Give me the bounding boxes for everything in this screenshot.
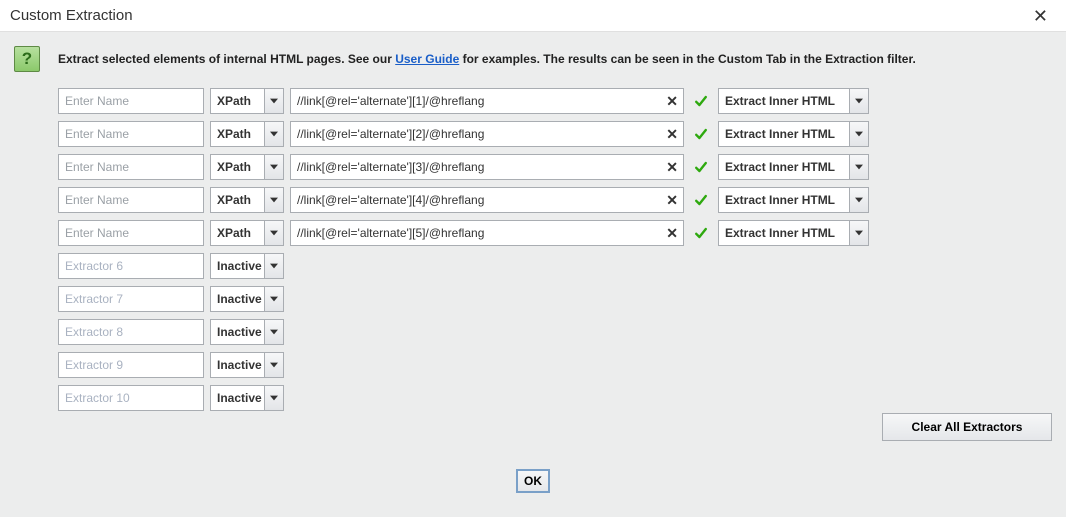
chevron-down-icon[interactable] bbox=[264, 253, 284, 279]
chevron-down-icon[interactable] bbox=[849, 220, 869, 246]
status-valid-icon bbox=[692, 92, 710, 110]
extractor-type-select[interactable]: XPath bbox=[210, 187, 284, 213]
clear-input-icon[interactable]: ✕ bbox=[666, 226, 678, 240]
extractor-type-select[interactable]: XPath bbox=[210, 154, 284, 180]
status-valid-icon bbox=[692, 125, 710, 143]
extractor-name-input[interactable] bbox=[58, 154, 204, 180]
extractor-name-input[interactable] bbox=[58, 286, 204, 312]
user-guide-link[interactable]: User Guide bbox=[395, 52, 459, 66]
extractor-type-select[interactable]: Inactive bbox=[210, 253, 284, 279]
status-valid-icon bbox=[692, 158, 710, 176]
xpath-input[interactable] bbox=[290, 121, 684, 147]
extractor-name-input[interactable] bbox=[58, 220, 204, 246]
extractor-name-input[interactable] bbox=[58, 385, 204, 411]
extractor-name-input[interactable] bbox=[58, 88, 204, 114]
extractor-type-select[interactable]: XPath bbox=[210, 88, 284, 114]
extractor-row-inactive: Inactive bbox=[58, 286, 1052, 312]
xpath-input[interactable] bbox=[290, 187, 684, 213]
xpath-input[interactable] bbox=[290, 220, 684, 246]
extractor-name-input[interactable] bbox=[58, 352, 204, 378]
extractor-output-select[interactable]: Extract Inner HTML bbox=[718, 121, 869, 147]
chevron-down-icon[interactable] bbox=[264, 286, 284, 312]
extractor-type-select[interactable]: XPath bbox=[210, 220, 284, 246]
extractor-type-select[interactable]: XPath bbox=[210, 121, 284, 147]
extractor-row: XPath ✕ Extract Inner HTML bbox=[58, 121, 1052, 147]
clear-input-icon[interactable]: ✕ bbox=[666, 127, 678, 141]
chevron-down-icon[interactable] bbox=[264, 220, 284, 246]
ok-button[interactable]: OK bbox=[516, 469, 550, 493]
extractor-type-select[interactable]: Inactive bbox=[210, 352, 284, 378]
clear-input-icon[interactable]: ✕ bbox=[666, 160, 678, 174]
extractor-output-select[interactable]: Extract Inner HTML bbox=[718, 187, 869, 213]
extractor-type-select[interactable]: Inactive bbox=[210, 286, 284, 312]
extractor-row: XPath ✕ Extract Inner HTML bbox=[58, 220, 1052, 246]
extractor-row: XPath ✕ Extract Inner HTML bbox=[58, 88, 1052, 114]
extractor-row: XPath ✕ Extract Inner HTML bbox=[58, 187, 1052, 213]
extractor-row-inactive: Inactive bbox=[58, 319, 1052, 345]
titlebar: Custom Extraction ✕ bbox=[0, 0, 1066, 32]
chevron-down-icon[interactable] bbox=[849, 154, 869, 180]
clear-input-icon[interactable]: ✕ bbox=[666, 94, 678, 108]
extractor-name-input[interactable] bbox=[58, 121, 204, 147]
chevron-down-icon[interactable] bbox=[849, 88, 869, 114]
chevron-down-icon[interactable] bbox=[264, 352, 284, 378]
chevron-down-icon[interactable] bbox=[849, 121, 869, 147]
extractor-type-select[interactable]: Inactive bbox=[210, 319, 284, 345]
status-valid-icon bbox=[692, 224, 710, 242]
chevron-down-icon[interactable] bbox=[264, 121, 284, 147]
extractor-output-select[interactable]: Extract Inner HTML bbox=[718, 220, 869, 246]
chevron-down-icon[interactable] bbox=[264, 88, 284, 114]
intro-text: Extract selected elements of internal HT… bbox=[58, 52, 916, 66]
extractor-type-select[interactable]: Inactive bbox=[210, 385, 284, 411]
extractor-name-input[interactable] bbox=[58, 187, 204, 213]
extractor-output-select[interactable]: Extract Inner HTML bbox=[718, 88, 869, 114]
help-icon[interactable]: ? bbox=[14, 46, 40, 72]
chevron-down-icon[interactable] bbox=[264, 154, 284, 180]
extractor-row-inactive: Inactive bbox=[58, 385, 1052, 411]
extractor-row: XPath ✕ Extract Inner HTML bbox=[58, 154, 1052, 180]
window-title: Custom Extraction bbox=[10, 7, 133, 24]
clear-input-icon[interactable]: ✕ bbox=[666, 193, 678, 207]
xpath-input[interactable] bbox=[290, 88, 684, 114]
extractor-row-inactive: Inactive bbox=[58, 253, 1052, 279]
extractor-output-select[interactable]: Extract Inner HTML bbox=[718, 154, 869, 180]
extractor-name-input[interactable] bbox=[58, 253, 204, 279]
extractor-name-input[interactable] bbox=[58, 319, 204, 345]
close-icon[interactable]: ✕ bbox=[1025, 3, 1056, 29]
extractor-row-inactive: Inactive bbox=[58, 352, 1052, 378]
status-valid-icon bbox=[692, 191, 710, 209]
xpath-input[interactable] bbox=[290, 154, 684, 180]
chevron-down-icon[interactable] bbox=[849, 187, 869, 213]
chevron-down-icon[interactable] bbox=[264, 385, 284, 411]
chevron-down-icon[interactable] bbox=[264, 187, 284, 213]
chevron-down-icon[interactable] bbox=[264, 319, 284, 345]
clear-all-extractors-button[interactable]: Clear All Extractors bbox=[882, 413, 1052, 441]
